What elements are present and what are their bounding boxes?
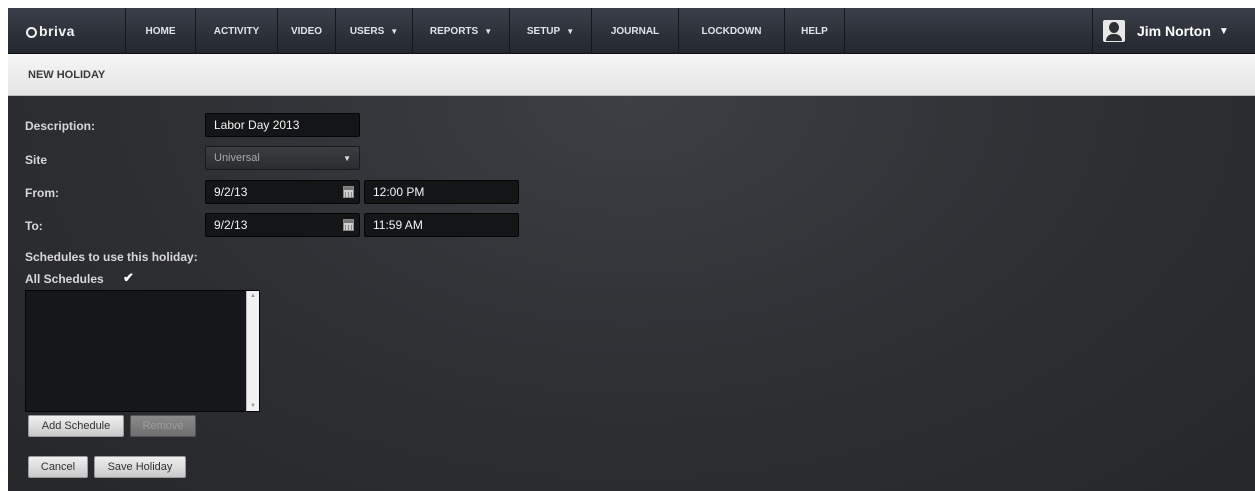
nav-activity-label: ACTIVITY: [213, 25, 260, 37]
chevron-down-icon: ▼: [343, 154, 351, 163]
top-navigation: briva HOME ACTIVITY VIDEO USERS ▼ REPORTS…: [8, 8, 1255, 54]
calendar-icon[interactable]: [343, 219, 354, 231]
user-menu[interactable]: Jim Norton ▼: [1092, 8, 1255, 54]
from-time-input[interactable]: 12:00 PM: [364, 180, 519, 204]
scroll-up-icon[interactable]: ▲: [250, 293, 256, 299]
app-frame: briva HOME ACTIVITY VIDEO USERS ▼ REPORTS…: [8, 8, 1255, 491]
calendar-icon[interactable]: [343, 186, 354, 198]
user-name: Jim Norton: [1137, 23, 1211, 39]
from-label: From:: [25, 186, 59, 200]
nav-help-label: HELP: [801, 25, 828, 37]
user-avatar-icon: [1103, 20, 1125, 42]
save-holiday-label: Save Holiday: [107, 461, 173, 473]
to-date-value: 9/2/13: [214, 218, 248, 232]
to-time-value: 11:59 AM: [373, 218, 423, 232]
schedule-list[interactable]: ▲ ▼: [25, 290, 260, 412]
nav-setup-label: SETUP: [526, 25, 561, 37]
site-select[interactable]: Universal ▼: [205, 146, 360, 170]
save-holiday-button[interactable]: Save Holiday: [94, 456, 186, 478]
page-title: NEW HOLIDAY: [28, 68, 106, 81]
all-schedules-label: All Schedules: [25, 272, 104, 286]
nav-lockdown[interactable]: LOCKDOWN: [679, 8, 785, 54]
remove-button[interactable]: Remove: [130, 415, 196, 437]
nav-video-label: VIDEO: [290, 25, 323, 37]
nav-home-label: HOME: [145, 25, 176, 37]
schedule-list-scrollbar[interactable]: ▲ ▼: [246, 291, 259, 411]
logo-mark-icon: [26, 26, 37, 38]
nav-setup[interactable]: SETUP ▼: [510, 8, 592, 54]
chevron-down-icon: ▼: [566, 26, 575, 36]
chevron-down-icon: ▼: [484, 26, 493, 36]
nav-reports-label: REPORTS: [429, 25, 479, 37]
site-label: Site: [25, 153, 48, 167]
description-input[interactable]: Labor Day 2013: [205, 113, 360, 137]
cancel-label: Cancel: [40, 461, 76, 473]
from-time-value: 12:00 PM: [373, 185, 425, 199]
scroll-down-icon[interactable]: ▼: [250, 403, 256, 409]
nav-help[interactable]: HELP: [785, 8, 845, 54]
cancel-button[interactable]: Cancel: [28, 456, 88, 478]
from-date-value: 9/2/13: [214, 185, 248, 199]
remove-label: Remove: [142, 420, 184, 432]
add-schedule-label: Add Schedule: [41, 420, 111, 432]
from-date-input[interactable]: 9/2/13: [205, 180, 360, 204]
to-label: To:: [25, 219, 43, 233]
nav-home[interactable]: HOME: [126, 8, 196, 54]
chevron-down-icon: ▼: [1218, 25, 1229, 37]
add-schedule-button[interactable]: Add Schedule: [28, 415, 124, 437]
nav-lockdown-label: LOCKDOWN: [701, 25, 762, 37]
to-date-input[interactable]: 9/2/13: [205, 213, 360, 237]
site-value: Universal: [214, 152, 260, 164]
description-value: Labor Day 2013: [214, 118, 300, 132]
nav-users-label: USERS: [349, 25, 385, 37]
nav-journal-label: JOURNAL: [610, 25, 660, 37]
nav-journal[interactable]: JOURNAL: [592, 8, 679, 54]
description-label: Description:: [25, 119, 96, 133]
logo-text: briva: [39, 23, 75, 39]
all-schedules-checkbox[interactable]: ✔: [123, 270, 134, 286]
holiday-form: Description: Labor Day 2013 Site Univers…: [8, 96, 1255, 491]
nav-video[interactable]: VIDEO: [278, 8, 336, 54]
page-title-bar: NEW HOLIDAY: [8, 54, 1255, 96]
nav-reports[interactable]: REPORTS ▼: [413, 8, 510, 54]
schedules-label: Schedules to use this holiday:: [25, 250, 198, 264]
to-time-input[interactable]: 11:59 AM: [364, 213, 519, 237]
chevron-down-icon: ▼: [390, 26, 399, 36]
brivo-logo[interactable]: briva: [8, 8, 126, 54]
nav-users[interactable]: USERS ▼: [336, 8, 413, 54]
nav-activity[interactable]: ACTIVITY: [196, 8, 278, 54]
